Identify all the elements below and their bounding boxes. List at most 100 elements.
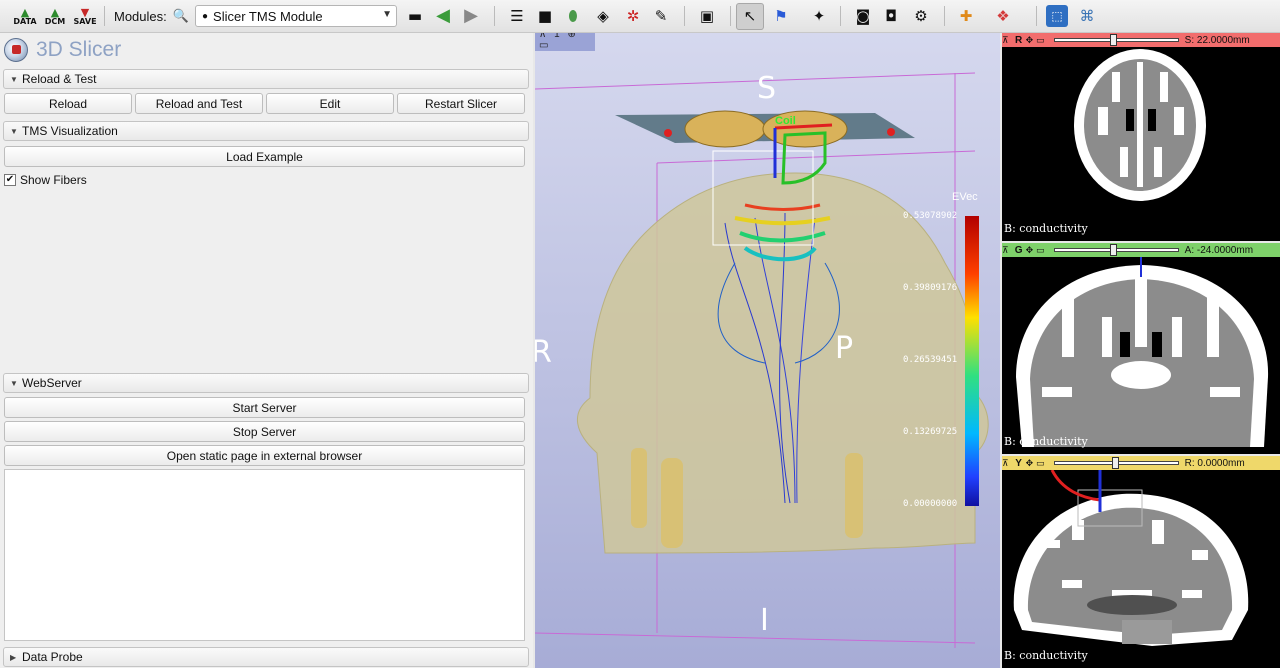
annotation-icon[interactable]: ❖: [992, 5, 1014, 27]
pin-icon: ⊼: [1002, 34, 1009, 45]
slice-offset-slider[interactable]: [1053, 244, 1179, 256]
link-icon: ✥: [1025, 244, 1034, 255]
toolbar-separator: [684, 6, 685, 26]
maximize-icon: ▭: [1036, 34, 1045, 45]
3d-view-controller-bar[interactable]: ⊼ 1 ⊕ ▭: [535, 33, 595, 51]
forward-arrow-icon[interactable]: ▶: [460, 5, 482, 27]
server-log-area[interactable]: [4, 469, 525, 641]
slicer-window: ▲ DATA ▲ DCM ▼ SAVE Modules: 🔍 ● Slicer …: [0, 0, 1280, 668]
yellow-slice-view[interactable]: ⊼ Y ✥ ▭ R: 0.0000mm B: conductivity: [1002, 456, 1280, 668]
slice-offset-slider[interactable]: [1053, 457, 1179, 469]
camera-icon[interactable]: ◘: [880, 5, 902, 27]
green-slice-view[interactable]: ⊼ G ✥ ▭ A: -24.0000mm B: conductivity: [1002, 243, 1280, 454]
editor-module-icon[interactable]: ✎: [650, 5, 672, 27]
section-data-probe[interactable]: ▶ Data Probe: [3, 647, 529, 667]
slider-knob[interactable]: [1112, 457, 1120, 469]
data-module-icon[interactable]: ☰: [506, 5, 528, 27]
toolbar-separator: [730, 6, 731, 26]
save-button[interactable]: ▼ SAVE: [73, 5, 96, 27]
section-webserver[interactable]: ▼ WebServer: [3, 373, 529, 393]
slice-offset-value: R: 0.0000mm: [1184, 457, 1245, 469]
yellow-slice-controller[interactable]: ⊼ Y ✥ ▭ R: 0.0000mm: [1002, 456, 1280, 470]
crosshair-icon[interactable]: ✦: [808, 5, 830, 27]
show-fibers-checkbox[interactable]: ✔ Show Fibers: [4, 173, 87, 187]
start-server-button[interactable]: Start Server: [4, 397, 525, 418]
brand-title: 3D Slicer: [36, 38, 122, 61]
orientation-right: R: [535, 335, 552, 370]
collapse-arrow-icon: ▼: [10, 378, 18, 388]
module-selector[interactable]: ● Slicer TMS Module ▼: [195, 5, 397, 27]
brand-header: 3D Slicer: [4, 36, 121, 64]
slice-name: R: [1014, 34, 1023, 46]
reload-button[interactable]: Reload: [4, 93, 132, 114]
colorbar-tick: 0.00000000: [903, 499, 958, 509]
scalar-colorbar: [965, 216, 979, 506]
maximize-icon: ▭: [1036, 457, 1045, 468]
colorbar-title: EVec: [952, 191, 978, 203]
collapse-arrow-icon: ▼: [10, 74, 18, 84]
module-history-icon[interactable]: ▬: [404, 5, 426, 27]
edit-button[interactable]: Edit: [266, 93, 394, 114]
back-arrow-icon[interactable]: ◀: [432, 5, 454, 27]
slice-name: Y: [1015, 457, 1022, 469]
toolbar-separator: [1036, 6, 1037, 26]
reload-and-test-button[interactable]: Reload and Test: [135, 93, 263, 114]
orientation-inferior: I: [760, 603, 769, 638]
red-slice-controller[interactable]: ⊼ R ✥ ▭ S: 22.0000mm: [1002, 33, 1280, 47]
view-settings-icon[interactable]: ⚙: [910, 5, 932, 27]
pin-icon: ⊼: [1002, 244, 1009, 255]
slider-knob[interactable]: [1109, 34, 1117, 46]
center-icon: ⊕: [567, 33, 576, 40]
slider-knob[interactable]: [1109, 244, 1117, 256]
load-dicom-button[interactable]: ▲ DCM: [44, 5, 66, 27]
upload-icon: ▲: [20, 5, 30, 19]
volumes-module-icon[interactable]: ■: [534, 5, 556, 27]
section-tms-visualization[interactable]: ▼ TMS Visualization: [3, 121, 529, 141]
restart-slicer-button[interactable]: Restart Slicer: [397, 93, 525, 114]
extensions-manager-icon[interactable]: ⬚: [1046, 5, 1068, 27]
colorbar-tick: 0.39809176: [903, 283, 958, 293]
module-icon: ●: [202, 10, 209, 22]
chevron-down-icon: ▼: [382, 9, 392, 20]
models-module-icon[interactable]: ⬮: [562, 5, 584, 27]
colorbar-tick: 0.13269725: [903, 427, 958, 437]
place-fiducial-icon[interactable]: ⚑: [770, 5, 792, 27]
module-panel: 3D Slicer ▼ Reload & Test Reload Reload …: [0, 33, 533, 668]
load-example-button[interactable]: Load Example: [4, 146, 525, 167]
3d-view[interactable]: ⊼ 1 ⊕ ▭ S I R P Coil EVec 0.53078902 0.3…: [535, 33, 1000, 668]
collapse-arrow-icon: ▼: [10, 126, 18, 136]
load-data-button[interactable]: ▲ DATA: [13, 5, 36, 27]
screenshot-icon[interactable]: ◙: [852, 5, 874, 27]
crosshair-toggle-icon[interactable]: ✚: [955, 5, 977, 27]
module-search-icon[interactable]: 🔍: [170, 5, 192, 27]
colorbar-tick: 0.53078902: [903, 211, 958, 221]
coil-left-wing: [684, 110, 766, 148]
slicer-logo-icon: [4, 38, 28, 62]
section-reload-test[interactable]: ▼ Reload & Test: [3, 69, 529, 89]
link-icon: ✥: [1025, 457, 1034, 468]
view-number: 1: [554, 33, 560, 40]
toolbar-separator: [944, 6, 945, 26]
layout-icon[interactable]: ▣: [696, 5, 718, 27]
main-toolbar: ▲ DATA ▲ DCM ▼ SAVE Modules: 🔍 ● Slicer …: [0, 0, 1280, 33]
transforms-module-icon[interactable]: ◈: [592, 5, 614, 27]
python-console-icon[interactable]: ⌘: [1076, 5, 1098, 27]
pin-icon: ⊼: [1002, 457, 1009, 468]
plane-handle: [887, 128, 895, 136]
slice-name: G: [1014, 244, 1023, 256]
open-static-page-button[interactable]: Open static page in external browser: [4, 445, 525, 466]
slice-layer-label: B: conductivity: [1004, 222, 1088, 235]
coil-label: Coil: [775, 115, 796, 127]
markups-module-icon[interactable]: ✲: [622, 5, 644, 27]
slice-offset-slider[interactable]: [1053, 34, 1179, 46]
stop-server-button[interactable]: Stop Server: [4, 421, 525, 442]
red-slice-view[interactable]: ⊼ R ✥ ▭ S: 22.0000mm B: conductivity: [1002, 33, 1280, 241]
orientation-posterior: P: [835, 331, 854, 366]
toolbar-separator: [104, 6, 105, 26]
toolbar-separator: [494, 6, 495, 26]
slice-offset-value: A: -24.0000mm: [1184, 244, 1254, 256]
axial-slice-image: [1074, 49, 1206, 201]
green-slice-controller[interactable]: ⊼ G ✥ ▭ A: -24.0000mm: [1002, 243, 1280, 257]
modules-label: Modules:: [114, 9, 167, 24]
3d-render: [535, 72, 989, 648]
